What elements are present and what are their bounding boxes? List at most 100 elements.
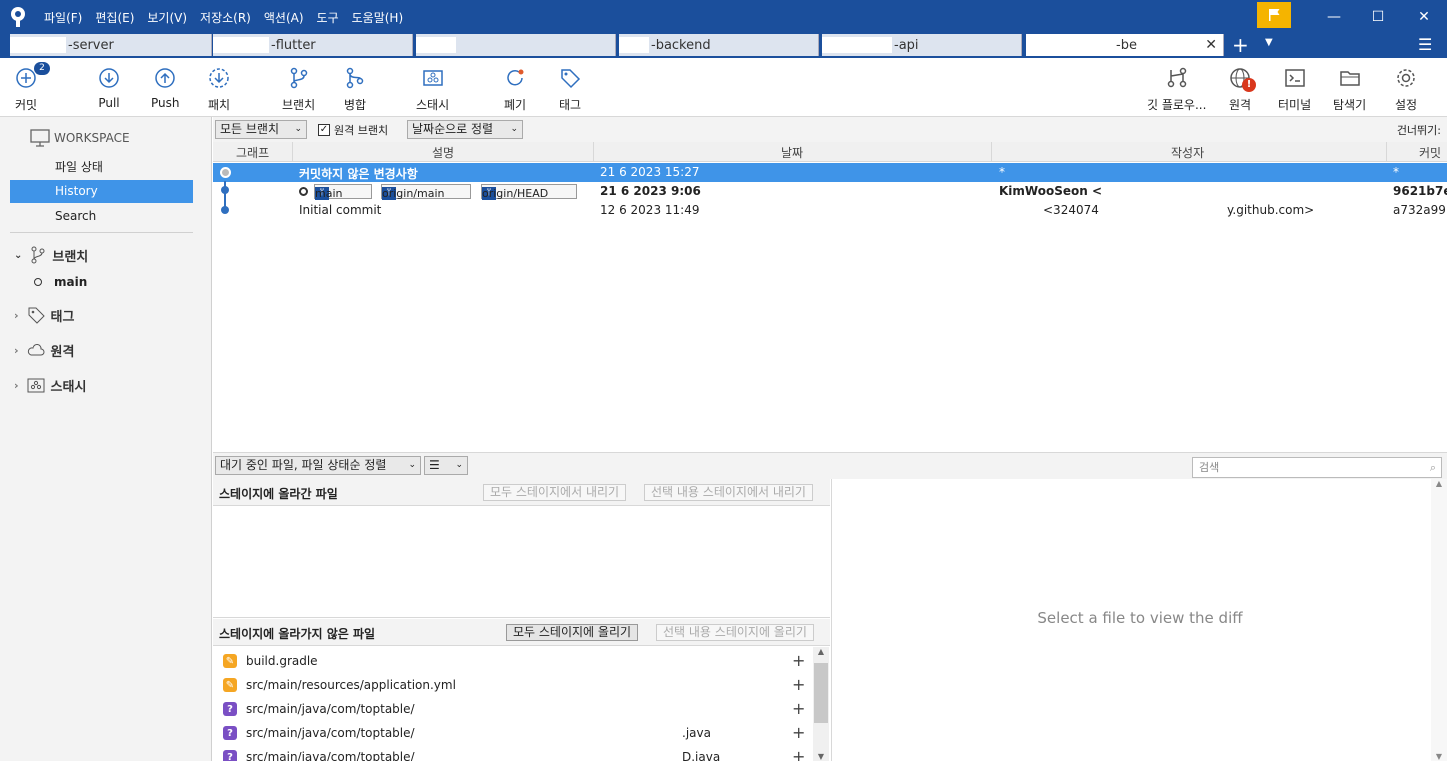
file-row[interactable]: ✎ build.gradle + xyxy=(213,649,813,673)
file-path: src/main/resources/application.yml xyxy=(246,678,456,692)
col-author[interactable]: 작성자 xyxy=(1171,144,1204,161)
staged-files-list xyxy=(213,506,830,618)
repo-tab[interactable]: -server xyxy=(10,34,212,56)
fetch-button[interactable]: 패치 xyxy=(207,66,231,113)
gitflow-label: 깃 플로우... xyxy=(1147,98,1207,112)
stage-file-plus-icon[interactable]: + xyxy=(792,747,805,761)
branch-filter-dropdown[interactable]: 모든 브랜치 ⌄ xyxy=(215,120,307,139)
untracked-question-icon: ? xyxy=(223,726,237,740)
toolbar: 2 커밋 Pull Push 패치 브랜치 병합 스태시 폐기 태그 깃 플로우… xyxy=(0,58,1447,117)
commit-button[interactable]: 2 커밋 xyxy=(14,62,50,113)
commit-row[interactable]: ᛘ main ᛘ origin/main ᛘ origin/HEAD 21 6 202… xyxy=(213,182,1447,201)
explorer-button[interactable]: 탐색기 xyxy=(1333,66,1366,113)
push-button[interactable]: Push xyxy=(151,66,180,110)
tab-close-icon[interactable]: ✕ xyxy=(1205,37,1217,53)
push-label: Push xyxy=(151,96,180,110)
menu-tools[interactable]: 도구 xyxy=(317,9,339,26)
stage-file-plus-icon[interactable]: + xyxy=(792,699,805,718)
menu-help[interactable]: 도움말(H) xyxy=(352,9,404,26)
col-description[interactable]: 설명 xyxy=(432,144,454,161)
unstaged-files-header: 스테이지에 올라가지 않은 파일 모두 스테이지에 올리기 선택 내용 스테이지… xyxy=(213,619,830,646)
minimize-button[interactable]: — xyxy=(1311,0,1357,34)
tab-label: -api xyxy=(894,37,919,53)
file-row[interactable]: ✎ src/main/resources/application.yml + xyxy=(213,673,813,697)
new-tab-icon[interactable]: + xyxy=(1232,34,1249,56)
repo-tab-active[interactable]: -be ✕ xyxy=(1026,34,1224,56)
close-button[interactable]: ✕ xyxy=(1401,0,1447,34)
terminal-button[interactable]: 터미널 xyxy=(1278,66,1311,113)
tab-label: -be xyxy=(1116,37,1137,53)
discard-button[interactable]: 폐기 xyxy=(503,66,527,113)
sidebar-item-branch-main[interactable]: main xyxy=(34,275,87,289)
stage-all-button[interactable]: 모두 스테이지에 올리기 xyxy=(506,624,639,641)
sidebar-section-tags[interactable]: › 태그 xyxy=(14,304,74,326)
scrollbar-thumb[interactable] xyxy=(814,663,828,723)
chevron-right-icon: › xyxy=(14,308,19,322)
search-input[interactable]: 검색 ⌕ xyxy=(1192,457,1442,478)
file-row[interactable]: ? src/main/java/com/toptable/ + xyxy=(213,697,813,721)
stage-file-plus-icon[interactable]: + xyxy=(792,651,805,670)
pending-sort-dropdown[interactable]: 대기 중인 파일, 파일 상태순 정렬 ⌄ xyxy=(215,456,421,475)
merge-label: 병합 xyxy=(343,98,367,112)
maximize-button[interactable]: ☐ xyxy=(1355,0,1401,34)
scroll-up-icon[interactable]: ▲ xyxy=(813,647,829,656)
repo-tab[interactable]: -backend xyxy=(619,34,819,56)
pending-files-bar: 대기 중인 파일, 파일 상태순 정렬 ⌄ ☰ ⌄ 검색 ⌕ xyxy=(213,452,1447,479)
sidebar-item-search[interactable]: Search xyxy=(10,205,193,228)
vertical-scrollbar[interactable]: ▲ ▼ xyxy=(1431,479,1447,761)
settings-button[interactable]: 설정 xyxy=(1394,66,1418,113)
branch-button[interactable]: 브랜치 xyxy=(282,66,315,113)
scroll-down-icon[interactable]: ▼ xyxy=(1431,752,1447,761)
menu-actions[interactable]: 액션(A) xyxy=(264,9,304,26)
branch-label: 브랜치 xyxy=(282,98,316,112)
current-branch-icon xyxy=(34,278,42,286)
stage-file-plus-icon[interactable]: + xyxy=(792,675,805,694)
sidebar-item-history[interactable]: History xyxy=(10,180,193,203)
merge-button[interactable]: 병합 xyxy=(343,66,367,113)
col-commit[interactable]: 커밋 xyxy=(1419,144,1441,161)
unstage-selected-button[interactable]: 선택 내용 스테이지에서 내리기 xyxy=(644,484,813,501)
gitflow-button[interactable]: 깃 플로우... xyxy=(1147,66,1206,113)
sort-dropdown[interactable]: 날짜순으로 정렬 ⌄ xyxy=(407,120,523,139)
stage-selected-button[interactable]: 선택 내용 스테이지에 올리기 xyxy=(656,624,814,641)
commit-row-uncommitted[interactable]: 커밋하지 않은 변경사항 21 6 2023 15:27 * * xyxy=(213,163,1447,182)
menu-file[interactable]: 파일(F) xyxy=(44,9,82,26)
main-panel: 모든 브랜치 ⌄ ✓ 원격 브랜치 날짜순으로 정렬 ⌄ 건너뛰기: 그래프 설명 … xyxy=(213,117,1447,761)
menu-repository[interactable]: 저장소(R) xyxy=(200,9,251,26)
tag-icon xyxy=(558,66,582,90)
stage-file-plus-icon[interactable]: + xyxy=(792,723,805,742)
ref-label: main xyxy=(315,187,343,200)
remote-button[interactable]: ! 원격 xyxy=(1228,66,1256,113)
app-window: 파일(F) 편집(E) 보기(V) 저장소(R) 액션(A) 도구 도움말(H)… xyxy=(0,0,1447,761)
flag-icon[interactable] xyxy=(1257,2,1291,28)
column-divider xyxy=(292,142,293,162)
repo-tab[interactable]: -api xyxy=(822,34,1022,56)
unstage-all-button[interactable]: 모두 스테이지에서 내리기 xyxy=(483,484,627,501)
search-icon: ⌕ xyxy=(1429,461,1436,474)
scroll-up-icon[interactable]: ▲ xyxy=(1431,479,1447,488)
remote-branches-checkbox[interactable]: ✓ 원격 브랜치 xyxy=(318,122,388,138)
commit-row[interactable]: Initial commit 12 6 2023 11:49 <324074 y… xyxy=(213,201,1447,220)
sidebar-item-file-status[interactable]: 파일 상태 xyxy=(10,156,193,179)
scroll-down-icon[interactable]: ▼ xyxy=(813,752,829,761)
chevron-down-icon: ⌄ xyxy=(408,460,416,470)
vertical-scrollbar[interactable]: ▲ ▼ xyxy=(813,647,829,761)
pull-button[interactable]: Pull xyxy=(97,66,121,110)
file-row[interactable]: ? src/main/java/com/toptable/ .java + xyxy=(213,721,813,745)
stash-button[interactable]: 스태시 xyxy=(416,66,449,113)
col-date[interactable]: 날짜 xyxy=(781,144,803,161)
file-row[interactable]: ? src/main/java/com/toptable/ D.java + xyxy=(213,745,813,761)
sidebar-section-stashes[interactable]: › 스태시 xyxy=(14,374,86,396)
tag-button[interactable]: 태그 xyxy=(558,66,582,113)
col-graph[interactable]: 그래프 xyxy=(236,144,269,161)
view-mode-dropdown[interactable]: ☰ ⌄ xyxy=(424,456,468,475)
repo-tab[interactable]: -flutter xyxy=(213,34,413,56)
tab-list-chevron-icon[interactable]: ▼ xyxy=(1265,37,1273,48)
sidebar-section-branches[interactable]: ⌄ 브랜치 xyxy=(14,244,88,266)
menu-view[interactable]: 보기(V) xyxy=(147,9,187,26)
hamburger-menu-icon[interactable]: ☰ xyxy=(1418,35,1432,54)
repo-tab[interactable] xyxy=(416,34,616,56)
gitflow-icon xyxy=(1165,66,1189,90)
menu-edit[interactable]: 편집(E) xyxy=(95,9,134,26)
sidebar-section-remotes[interactable]: › 원격 xyxy=(14,339,74,361)
